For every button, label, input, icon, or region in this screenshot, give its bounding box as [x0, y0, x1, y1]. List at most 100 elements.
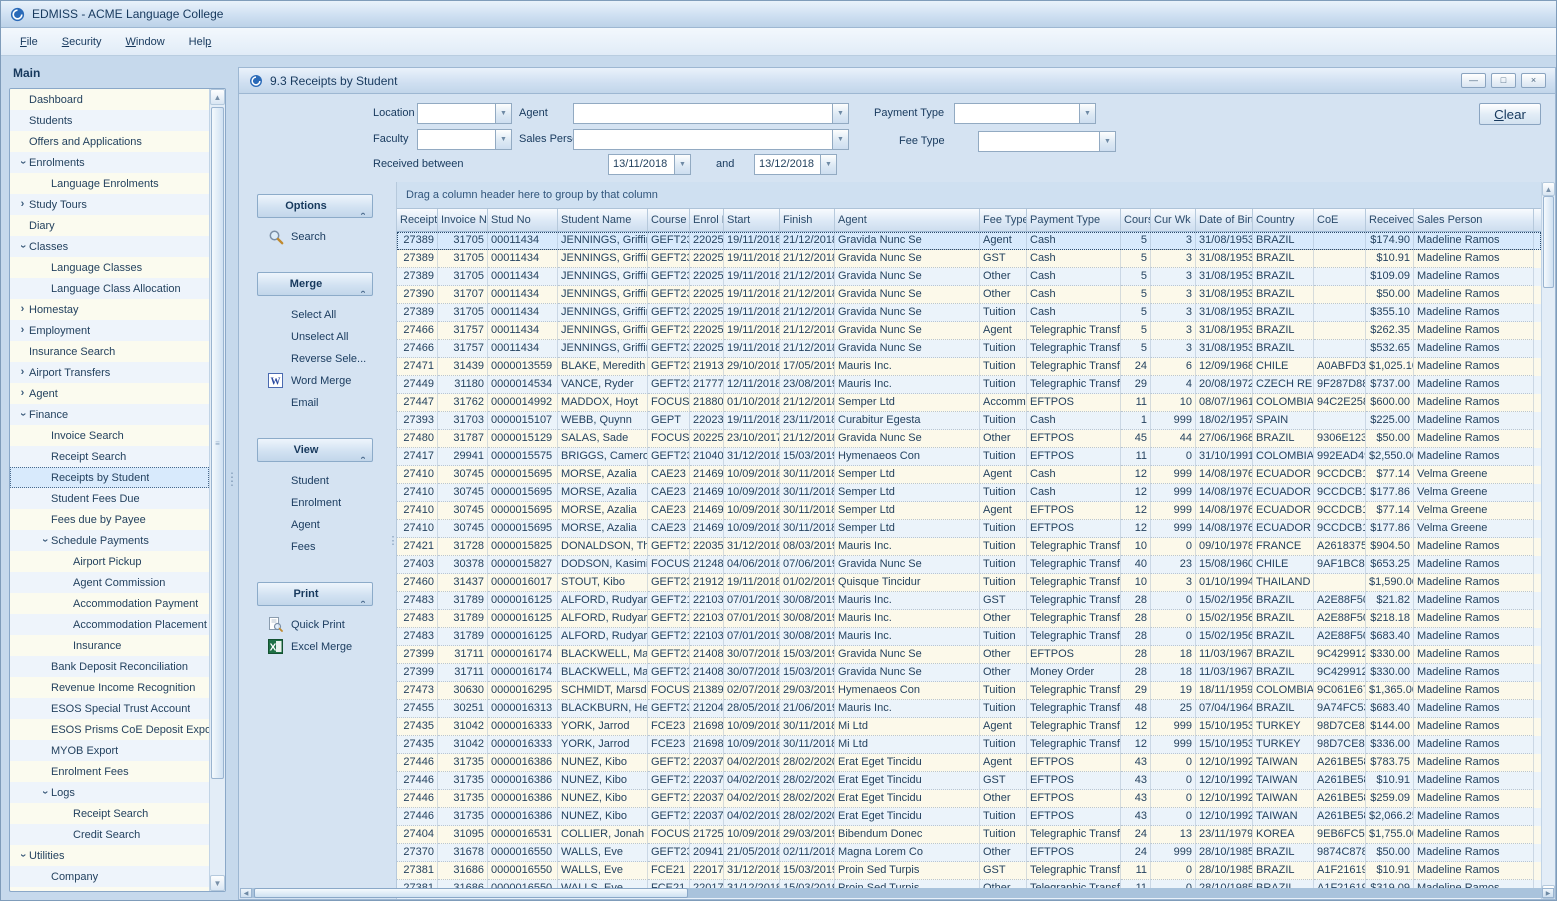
column-header-finish[interactable]: Finish [780, 209, 835, 231]
table-row[interactable]: 27399317110000016174BLACKWELL, MacKerGEF… [397, 664, 1541, 682]
sidebar-item-employment[interactable]: ›Employment [10, 320, 209, 341]
sidebar-item-student-fees-due[interactable]: Student Fees Due [10, 488, 209, 509]
chevron-right-icon[interactable]: › [16, 388, 29, 399]
table-row[interactable]: 27410307450000015695MORSE, AzaliaCAE2321… [397, 502, 1541, 520]
unselect-all-button[interactable]: Unselect All [239, 326, 390, 348]
sidebar-item-diary[interactable]: Diary [10, 215, 209, 236]
sidebar-item-homestay[interactable]: ›Homestay [10, 299, 209, 320]
sidebar-item-students[interactable]: Students [10, 110, 209, 131]
table-row[interactable]: 27399317110000016174BLACKWELL, MacKerGEF… [397, 646, 1541, 664]
chevron-up-icon[interactable]: › [358, 441, 369, 459]
column-header-payment-type[interactable]: Payment Type [1027, 209, 1121, 231]
group-by-bar[interactable]: Drag a column header here to group by th… [397, 182, 1541, 209]
chevron-down-icon[interactable]: › [39, 786, 50, 799]
sidebar-item-receipts-by-student[interactable]: Receipts by Student [10, 467, 209, 488]
column-header-start[interactable]: Start [724, 209, 780, 231]
table-row[interactable]: 27381316860000016550WALLS, EveFCE2122017… [397, 862, 1541, 880]
select-all-button[interactable]: Select All [239, 304, 390, 326]
agent-button[interactable]: Agent [239, 514, 390, 536]
sidebar-item-airport-pickup[interactable]: Airport Pickup [10, 551, 209, 572]
email-button[interactable]: Email [239, 392, 390, 414]
sidebar-item-enrolments[interactable]: ›Enrolments [10, 152, 209, 173]
table-row[interactable]: 27483317890000016125ALFORD, RudyardGEFT2… [397, 628, 1541, 646]
column-header-receipt-no[interactable]: Receipt No [397, 209, 438, 231]
menu-item-help[interactable]: Help [178, 31, 223, 53]
grid-hscroll-thumb[interactable] [254, 888, 688, 898]
table-row[interactable]: 27483317890000016125ALFORD, RudyardGEFT2… [397, 592, 1541, 610]
sidebar-item-schedule-payments[interactable]: ›Schedule Payments [10, 530, 209, 551]
table-row[interactable]: 27483317890000016125ALFORD, RudyardGEFT2… [397, 610, 1541, 628]
chevron-down-icon[interactable]: ▼ [832, 103, 849, 124]
column-header-agent[interactable]: Agent [835, 209, 980, 231]
sidebar-scrollbar[interactable]: ▲ ≡ ▼ [209, 89, 225, 891]
grid-hscroll-track[interactable] [252, 888, 1542, 898]
table-row[interactable]: 27404310950000016531COLLIER, JonahFOCUSG… [397, 826, 1541, 844]
table-row[interactable]: 27446317350000016386NUNEZ, KiboGEFT21220… [397, 754, 1541, 772]
sidebar-scroll-track[interactable]: ≡ [210, 105, 225, 875]
table-row[interactable]: 273893170500011434JENNINGS, GriffinGEFT2… [397, 268, 1541, 286]
location-value[interactable] [417, 103, 495, 124]
sidebar-item-receipt-search[interactable]: Receipt Search [10, 446, 209, 467]
table-row[interactable]: 27421317280000015825DONALDSON, TheodGEFT… [397, 538, 1541, 556]
chevron-down-icon[interactable]: › [17, 849, 28, 862]
table-row[interactable]: 27447317620000014992MADDOX, HoytFOCUSGEI… [397, 394, 1541, 412]
sidebar-item-myob-export[interactable]: MYOB Export [10, 740, 209, 761]
clear-button[interactable]: Clear [1479, 103, 1541, 125]
payment-type-value[interactable] [954, 103, 1079, 124]
chevron-down-icon[interactable]: ▼ [1099, 131, 1116, 152]
scroll-right-icon[interactable]: ▶ [1542, 888, 1554, 898]
chevron-down-icon[interactable]: › [17, 240, 28, 253]
scroll-up-icon[interactable]: ▲ [210, 89, 225, 105]
chevron-down-icon[interactable]: › [17, 156, 28, 169]
sidebar-item-invoice-search[interactable]: Invoice Search [10, 425, 209, 446]
reverse-sele-button[interactable]: Reverse Sele... [239, 348, 390, 370]
table-row[interactable]: 27410307450000015695MORSE, AzaliaCAE2321… [397, 520, 1541, 538]
column-header-coe[interactable]: CoE [1314, 209, 1366, 231]
menu-item-window[interactable]: Window [115, 31, 176, 53]
table-row[interactable]: 27410307450000015695MORSE, AzaliaCAE2321… [397, 466, 1541, 484]
sidebar-item-dashboard[interactable]: Dashboard [10, 89, 209, 110]
table-row[interactable]: 27446317350000016386NUNEZ, KiboGEFT21220… [397, 790, 1541, 808]
table-row[interactable]: 27480317870000015129SALAS, SadeFOCUSGEI2… [397, 430, 1541, 448]
table-row[interactable]: 27460314370000016017STOUT, KiboGEFT23219… [397, 574, 1541, 592]
menu-item-security[interactable]: Security [51, 31, 113, 53]
table-row[interactable]: 273893170500011434JENNINGS, GriffinGEFT2… [397, 232, 1541, 250]
faculty-value[interactable] [417, 129, 495, 150]
sidebar-item-language-enrolments[interactable]: Language Enrolments [10, 173, 209, 194]
sidebar-item-agent-commission[interactable]: Agent Commission [10, 572, 209, 593]
column-header-invoice-no[interactable]: Invoice No [438, 209, 488, 231]
close-icon[interactable]: × [1521, 73, 1546, 88]
panel-header-merge[interactable]: Merge› [257, 272, 373, 296]
column-header-sales-person[interactable]: Sales Person [1414, 209, 1534, 231]
chevron-right-icon[interactable]: › [16, 367, 29, 378]
sidebar-item-offers-and-applications[interactable]: Offers and Applications [10, 131, 209, 152]
sidebar-item-receipt-search[interactable]: Receipt Search [10, 803, 209, 824]
table-row[interactable]: 27435310420000016333YORK, JarrodFCE23216… [397, 736, 1541, 754]
sidebar-item-accommodation-payment[interactable]: Accommodation Payment [10, 593, 209, 614]
grid-scrollbar[interactable]: ▲ ▼ [1541, 182, 1555, 899]
column-header-course[interactable]: Course [1121, 209, 1151, 231]
date-from-combo[interactable]: 13/11/2018 ▼ [608, 154, 691, 175]
sidebar-scroll-thumb[interactable]: ≡ [211, 107, 224, 779]
restore-icon[interactable]: □ [1491, 73, 1516, 88]
sidebar-item-fees-due-by-payee[interactable]: Fees due by Payee [10, 509, 209, 530]
date-from-value[interactable]: 13/11/2018 [608, 154, 674, 175]
table-row[interactable]: 27455302510000016313BLACKBURN, HelenGEFT… [397, 700, 1541, 718]
search-button[interactable]: Search [239, 226, 390, 248]
fee-type-combo[interactable]: ▼ [978, 131, 1116, 152]
chevron-down-icon[interactable]: › [39, 534, 50, 547]
table-row[interactable]: 27471314390000013559BLAKE, MeredithGEFT2… [397, 358, 1541, 376]
table-row[interactable]: 27410307450000015695MORSE, AzaliaCAE2321… [397, 484, 1541, 502]
sales-person-value[interactable] [573, 129, 832, 150]
sidebar-item-esos-special-trust-account[interactable]: ESOS Special Trust Account [10, 698, 209, 719]
date-to-value[interactable]: 13/12/2018 [754, 154, 820, 175]
table-row[interactable]: 27417299410000015575BRIGGS, CameronGEFT2… [397, 448, 1541, 466]
column-header-stud-no[interactable]: Stud No [488, 209, 558, 231]
column-header-course-code[interactable]: Course Code [648, 209, 690, 231]
sidebar-item-esos-prisms-coe-deposit-export[interactable]: ESOS Prisms CoE Deposit Export [10, 719, 209, 740]
scroll-up-icon[interactable]: ▲ [1542, 182, 1555, 196]
panel-header-options[interactable]: Options› [257, 194, 373, 218]
sidebar-item-credit-search[interactable]: Credit Search [10, 824, 209, 845]
grid-scroll-thumb[interactable] [1543, 196, 1554, 288]
scroll-left-icon[interactable]: ◀ [240, 888, 252, 898]
